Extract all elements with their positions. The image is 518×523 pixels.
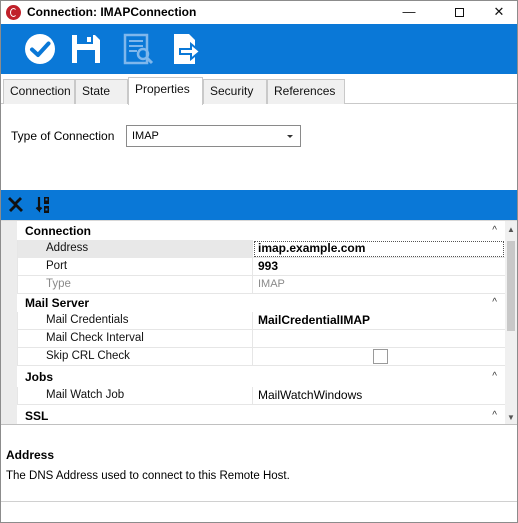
title-bar: Connection: IMAPConnection — ✕: [1, 1, 517, 24]
divider: [1, 501, 517, 502]
category-jobs[interactable]: Jobs ^: [17, 368, 505, 386]
category-label: Connection: [25, 224, 91, 238]
sort-az-icon: [35, 197, 49, 213]
save-and-close-button[interactable]: [21, 30, 59, 68]
property-row-port[interactable]: Port 993: [17, 258, 505, 276]
collapse-chevron-icon[interactable]: ^: [492, 368, 497, 386]
type-of-connection-select[interactable]: IMAP: [126, 125, 301, 147]
document-export-icon: [174, 34, 202, 64]
property-name: Mail Check Interval: [17, 330, 253, 348]
tab-state[interactable]: State: [75, 79, 128, 104]
category-label: Jobs: [25, 370, 54, 384]
mail-watch-job-value-field[interactable]: MailWatchWindows: [253, 387, 505, 405]
tab-references[interactable]: References: [267, 79, 345, 104]
address-value-field[interactable]: imap.example.com: [253, 240, 505, 258]
save-button[interactable]: [67, 30, 105, 68]
property-name: Port: [17, 258, 253, 276]
close-button[interactable]: ✕: [479, 1, 517, 23]
category-mail-server[interactable]: Mail Server ^: [17, 294, 505, 312]
categorized-view-button[interactable]: [5, 195, 25, 215]
category-connection[interactable]: Connection ^: [17, 222, 505, 240]
type-of-connection-label: Type of Connection: [11, 129, 115, 143]
main-toolbar: [1, 24, 517, 74]
property-row-mail-credentials[interactable]: Mail Credentials MailCredentialIMAP: [17, 312, 505, 330]
tab-strip: Connection State Properties Security Ref…: [1, 77, 517, 105]
property-name: Type: [17, 276, 253, 294]
property-name: Skip CRL Check: [17, 348, 253, 366]
type-value: IMAP: [258, 278, 285, 290]
category-ssl[interactable]: SSL ^: [17, 407, 505, 424]
port-value-field[interactable]: 993: [253, 258, 505, 276]
tools-icon: [8, 197, 23, 212]
window-title: Connection: IMAPConnection: [27, 5, 197, 19]
property-row-mail-watch-job[interactable]: Mail Watch Job MailWatchWindows: [17, 387, 505, 405]
alphabetical-sort-button[interactable]: [35, 195, 55, 215]
document-preview-icon: [123, 33, 154, 65]
description-title: Address: [6, 448, 55, 462]
collapse-chevron-icon[interactable]: ^: [492, 222, 497, 240]
tab-security[interactable]: Security: [203, 79, 267, 104]
mail-credentials-value-field[interactable]: MailCredentialIMAP: [253, 312, 505, 330]
scroll-up-arrow-icon[interactable]: ▲: [507, 225, 515, 234]
collapse-chevron-icon[interactable]: ^: [492, 407, 497, 424]
scrollbar-thumb[interactable]: [507, 241, 515, 331]
property-row-mail-check-interval[interactable]: Mail Check Interval: [17, 330, 505, 348]
property-name: Mail Watch Job: [17, 387, 253, 405]
property-grid: Connection ^ Address imap.example.com Po…: [1, 220, 517, 425]
description-text: The DNS Address used to connect to this …: [6, 470, 290, 482]
vertical-scrollbar[interactable]: ▲ ▼: [505, 221, 517, 424]
preview-button[interactable]: [119, 30, 157, 68]
skip-crl-check-checkbox[interactable]: [373, 349, 388, 364]
category-label: Mail Server: [25, 296, 90, 310]
property-name: Address: [17, 240, 253, 258]
maximize-button[interactable]: [439, 1, 479, 23]
property-grid-toolbar: [1, 190, 517, 220]
property-row-type: Type IMAP: [17, 276, 505, 294]
property-row-skip-crl-check[interactable]: Skip CRL Check: [17, 348, 505, 366]
app-logo-icon: [6, 5, 21, 20]
chevron-down-icon: [287, 135, 293, 138]
category-label: SSL: [25, 409, 49, 423]
minimize-button[interactable]: —: [389, 1, 429, 23]
property-name: Mail Credentials: [17, 312, 253, 330]
maximize-icon: [454, 8, 464, 18]
property-row-address[interactable]: Address imap.example.com: [17, 240, 505, 258]
grid-gutter: [1, 221, 17, 424]
skip-crl-check-value: [253, 348, 505, 366]
tab-connection[interactable]: Connection: [3, 79, 75, 104]
export-button[interactable]: [167, 30, 205, 68]
checkmark-circle-icon: [25, 34, 55, 64]
collapse-chevron-icon[interactable]: ^: [492, 294, 497, 312]
tab-properties[interactable]: Properties: [128, 77, 203, 105]
mail-check-interval-value-field[interactable]: [253, 330, 505, 348]
scroll-down-arrow-icon[interactable]: ▼: [507, 413, 515, 422]
type-of-connection-value: IMAP: [132, 130, 159, 142]
connection-window: Connection: IMAPConnection — ✕ Connectio…: [0, 0, 518, 523]
floppy-disk-icon: [72, 35, 100, 63]
